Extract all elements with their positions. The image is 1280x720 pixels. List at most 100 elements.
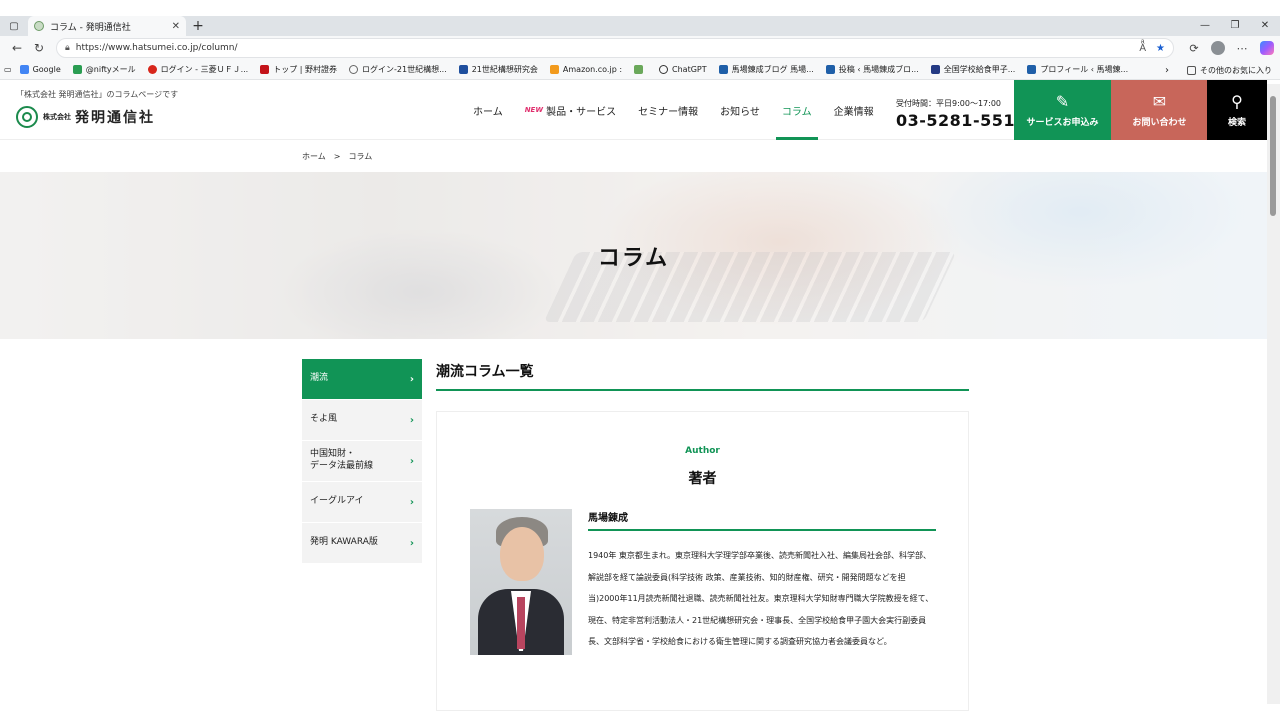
bookmark-favicon-icon <box>147 65 157 74</box>
bookmark-item[interactable]: ログイン - 三菱ＵＦＪ... <box>147 64 248 75</box>
browser-tab-bar: ▢ コラム - 発明通信社 ✕ + — ❐ ✕ <box>0 16 1280 36</box>
nav-products[interactable]: NEW 製品・サービス <box>525 80 616 140</box>
favorite-star-icon[interactable]: ★ <box>1156 43 1165 54</box>
business-hours: 受付時間：平日9:00～17:00 <box>896 99 1002 108</box>
minimize-icon[interactable]: — <box>1190 16 1220 36</box>
hero-banner: コラム <box>0 172 1267 339</box>
profile-avatar[interactable] <box>1211 41 1225 55</box>
bookmark-favicon-icon <box>260 65 270 74</box>
category-label: イーグルアイ <box>310 496 364 507</box>
category-item-china-ip[interactable]: 中国知財・ データ法最前線 › <box>302 441 422 482</box>
extensions-icon[interactable]: ⟳ <box>1182 42 1206 55</box>
read-aloud-icon[interactable]: Aͣ <box>1139 43 1146 54</box>
nav-home[interactable]: ホーム <box>473 80 503 140</box>
bookmark-app-icon[interactable]: ▭ <box>4 65 12 74</box>
other-bookmarks-folder[interactable]: その他のお気に入り <box>1187 65 1272 76</box>
new-tab-button[interactable]: + <box>186 18 210 34</box>
apply-label: サービスお申込み <box>1026 118 1099 128</box>
phone-number[interactable]: 03-5281-5511 <box>896 111 1027 130</box>
nav-label: お知らせ <box>720 106 760 118</box>
bookmark-favicon-icon <box>458 65 468 74</box>
bookmark-item[interactable]: 全国学校給食甲子... <box>930 64 1016 75</box>
author-name: 馬場錬成 <box>588 509 936 531</box>
author-heading-en: Author <box>685 446 720 456</box>
globe-icon <box>349 65 359 74</box>
bookmark-item[interactable]: 21世紀構想研究会 <box>458 64 538 75</box>
url-text[interactable]: https://www.hatsumei.co.jp/column/ <box>76 43 1130 53</box>
chatgpt-icon <box>659 65 669 74</box>
bookmark-label: 全国学校給食甲子... <box>943 65 1016 74</box>
more-menu-icon[interactable]: ⋯ <box>1230 42 1254 55</box>
category-label: 潮流 <box>310 373 329 384</box>
category-label: 中国知財・ データ法最前線 <box>310 449 374 471</box>
bookmark-favicon-icon <box>72 65 82 74</box>
bookmark-item[interactable]: Amazon.co.jp : <box>549 65 622 74</box>
global-nav: ホーム NEW 製品・サービス セミナー情報 お知らせ コラム 企業情報 <box>473 80 896 140</box>
search-button[interactable]: ⚲ 検索 <box>1207 80 1267 140</box>
nav-label: 企業情報 <box>833 106 874 118</box>
author-heading-jp: 著者 <box>688 471 717 487</box>
bookmark-item[interactable]: 投稿 ‹ 馬場錬成ブロ... <box>825 64 919 75</box>
bookmark-item[interactable]: @niftyメール <box>72 64 136 75</box>
nav-news[interactable]: お知らせ <box>720 80 760 140</box>
nav-label: ホーム <box>473 106 503 118</box>
bookmark-label: Google <box>32 65 61 74</box>
close-window-icon[interactable]: ✕ <box>1250 16 1280 36</box>
bookmark-item[interactable]: プロフィール ‹ 馬場錬... <box>1027 64 1128 75</box>
nav-company[interactable]: 企業情報 <box>834 80 874 140</box>
bookmark-item[interactable]: ログイン‐21世紀構想... <box>349 64 447 75</box>
bookmark-favicon-icon <box>634 65 644 74</box>
author-card: Author 著者 馬場錬成 1940年 東京都生まれ。東京理科大学理学部卒業後… <box>436 411 969 711</box>
tab-close-icon[interactable]: ✕ <box>172 21 180 32</box>
contact-button[interactable]: ✉ お問い合わせ <box>1111 80 1208 140</box>
bookmark-item[interactable]: ChatGPT <box>659 65 707 74</box>
browser-tab[interactable]: コラム - 発明通信社 ✕ <box>28 16 186 36</box>
column-category-nav: 潮流 › そよ風 › 中国知財・ データ法最前線 › イーグルアイ › 発明 KAWAR… <box>302 359 422 564</box>
site-favicon-icon <box>34 21 44 31</box>
bookmark-item[interactable]: 馬場錬成ブログ 馬場... <box>718 64 814 75</box>
bookmark-favicon-icon <box>1027 65 1037 74</box>
search-icon: ⚲ <box>1231 92 1243 111</box>
chevron-right-icon: › <box>409 373 414 385</box>
bookmark-item[interactable] <box>634 65 647 74</box>
bookmark-item[interactable]: トップ | 野村證券 <box>260 64 337 75</box>
folder-icon <box>1187 65 1196 75</box>
category-item-soyokaze[interactable]: そよ風 › <box>302 400 422 441</box>
scrollbar-thumb[interactable] <box>1270 96 1276 216</box>
mail-icon: ✉ <box>1152 92 1167 111</box>
refresh-icon[interactable]: ↻ <box>28 41 50 55</box>
bookmark-label: 21世紀構想研究会 <box>471 65 538 74</box>
chevron-right-icon: › <box>409 455 414 467</box>
category-item-eagle-eye[interactable]: イーグルアイ › <box>302 482 422 523</box>
bookmark-item[interactable]: Google <box>19 65 61 74</box>
category-item-choryu[interactable]: 潮流 › <box>302 359 422 400</box>
restore-icon[interactable]: ❐ <box>1220 16 1250 36</box>
nav-label: セミナー情報 <box>638 106 699 118</box>
nav-seminar[interactable]: セミナー情報 <box>638 80 698 140</box>
bookmark-label: 投稿 ‹ 馬場錬成ブロ... <box>838 65 919 74</box>
bookmark-favicon-icon <box>825 65 835 74</box>
address-bar-row: ← ↻ 🔒︎ https://www.hatsumei.co.jp/column… <box>0 36 1280 60</box>
content-area: 潮流 › そよ風 › 中国知財・ データ法最前線 › イーグルアイ › 発明 KAWAR… <box>0 339 1280 711</box>
category-item-kawara[interactable]: 発明 KAWARA版 › <box>302 523 422 564</box>
logo-mark-icon <box>16 106 38 128</box>
chevron-right-icon: › <box>409 496 414 508</box>
site-logo[interactable]: 株式会社 発明通信社 <box>16 106 155 128</box>
address-bar[interactable]: 🔒︎ https://www.hatsumei.co.jp/column/ Aͣ… <box>56 38 1174 58</box>
lock-icon[interactable]: 🔒︎ <box>65 43 70 53</box>
site-tagline: 「株式会社 発明通信社」のコラムページです <box>16 90 179 99</box>
tab-actions-icon[interactable]: ▢ <box>0 16 28 36</box>
chevron-right-icon[interactable]: › <box>1165 65 1169 76</box>
bookmark-label: トップ | 野村證券 <box>273 65 338 74</box>
breadcrumb-home[interactable]: ホーム <box>302 151 326 162</box>
category-label: 発明 KAWARA版 <box>310 537 378 548</box>
copilot-icon[interactable] <box>1260 41 1274 55</box>
bookmark-favicon-icon <box>930 65 940 74</box>
bookmark-label: プロフィール ‹ 馬場錬... <box>1040 65 1129 74</box>
service-apply-button[interactable]: ✎ サービスお申込み <box>1014 80 1111 140</box>
nav-column[interactable]: コラム <box>775 80 818 140</box>
site-header: 「株式会社 発明通信社」のコラムページです 株式会社 発明通信社 ホーム NEW… <box>0 80 1280 140</box>
bookmark-label: @niftyメール <box>85 65 136 74</box>
back-icon[interactable]: ← <box>6 41 28 55</box>
search-label: 検索 <box>1227 118 1246 128</box>
